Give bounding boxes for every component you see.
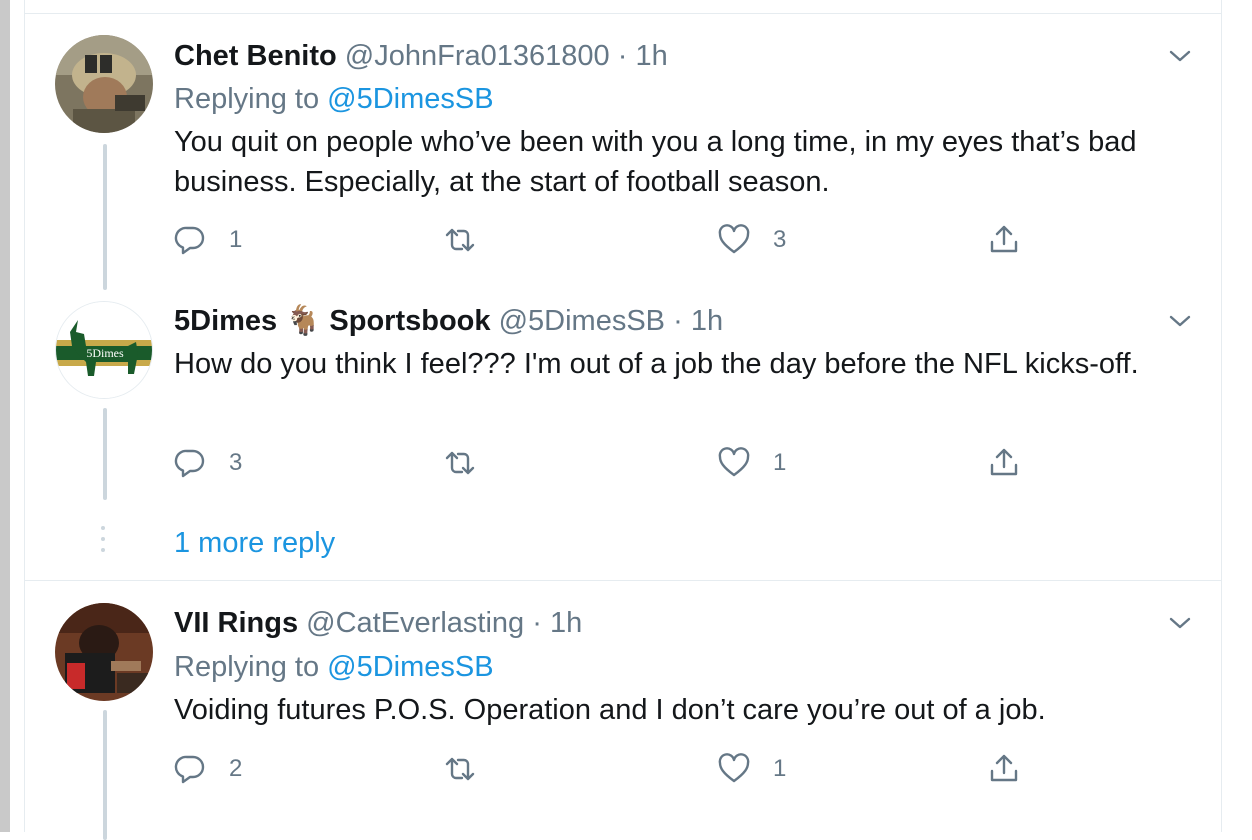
user-handle[interactable]: @JohnFra01361800	[345, 40, 610, 72]
retweet-icon	[445, 228, 475, 252]
avatar[interactable]: 5Dimes	[55, 301, 153, 399]
avatar[interactable]	[55, 35, 153, 133]
retweet-button[interactable]	[443, 443, 477, 483]
like-count: 1	[773, 449, 787, 476]
mention-link[interactable]: @5DimesSB	[327, 651, 493, 683]
display-name[interactable]: 5Dimes 🐐 Sportsbook	[174, 305, 491, 337]
retweet-icon	[445, 757, 475, 781]
tweet-text: You quit on people who’ve been with you …	[174, 126, 1137, 198]
heart-icon	[718, 447, 750, 477]
share-button[interactable]	[987, 443, 1021, 483]
soldier-photo-avatar	[55, 35, 153, 133]
avatar[interactable]	[55, 603, 153, 701]
reply-count: 3	[229, 449, 243, 476]
share-icon	[990, 225, 1018, 253]
tweet-chet-benito[interactable]: Chet Benito @JohnFra01361800 · 1h Replyi…	[25, 14, 1221, 290]
mention-link[interactable]: @5DimesSB	[327, 83, 493, 115]
window-left-edge	[0, 0, 10, 832]
replying-to-label: Replying to	[174, 651, 320, 683]
retweet-icon	[445, 451, 475, 475]
separator-dot: ·	[617, 40, 628, 72]
display-name-part1: 5Dimes	[174, 305, 278, 337]
display-name[interactable]: Chet Benito	[174, 40, 337, 72]
reply-icon	[174, 755, 205, 784]
tweet-header: 5Dimes 🐐 Sportsbook @5DimesSB · 1h	[174, 301, 723, 341]
thread-line	[103, 408, 107, 500]
tweet-text: How do you think I feel??? I'm out of a …	[174, 348, 1139, 380]
like-count: 1	[773, 755, 787, 782]
feed-right-border	[1221, 0, 1222, 832]
like-count: 3	[773, 226, 787, 253]
chevron-down-icon[interactable]	[1165, 306, 1195, 336]
reply-count: 2	[229, 755, 243, 782]
user-handle[interactable]: @5DimesSB	[499, 305, 665, 337]
thread-line	[103, 144, 107, 290]
timestamp[interactable]: 1h	[550, 607, 582, 639]
heart-icon	[718, 753, 750, 783]
tweet-header: VII Rings @CatEverlasting · 1h	[174, 603, 582, 643]
thread-line	[103, 710, 107, 840]
share-button[interactable]	[987, 220, 1021, 260]
retweet-button[interactable]	[443, 220, 477, 260]
share-icon	[990, 448, 1018, 476]
display-name[interactable]: VII Rings	[174, 607, 298, 639]
chevron-down-icon[interactable]	[1165, 41, 1195, 71]
like-button[interactable]: 3	[717, 220, 786, 260]
retweet-button[interactable]	[443, 749, 477, 789]
replying-to-label: Replying to	[174, 83, 320, 115]
logo-text: 5Dimes	[86, 346, 124, 360]
timestamp[interactable]: 1h	[635, 40, 667, 72]
reply-button[interactable]: 2	[173, 749, 242, 789]
tweet-text: Voiding futures P.O.S. Operation and I d…	[174, 694, 1046, 726]
tweet-vii-rings[interactable]: VII Rings @CatEverlasting · 1h Replying …	[25, 583, 1221, 840]
goat-emoji-icon: 🐐	[285, 305, 322, 337]
share-icon	[990, 754, 1018, 782]
reply-button[interactable]: 3	[173, 443, 242, 483]
share-button[interactable]	[987, 749, 1021, 789]
reply-icon	[174, 226, 205, 255]
thread-dots	[101, 526, 105, 559]
reply-icon	[174, 449, 205, 478]
display-name-part2: Sportsbook	[329, 305, 491, 337]
chevron-down-icon[interactable]	[1165, 608, 1195, 638]
user-handle[interactable]: @CatEverlasting	[306, 607, 524, 639]
reply-count: 1	[229, 226, 243, 253]
show-more-replies-link[interactable]: 1 more reply	[174, 523, 335, 563]
person-photo-avatar	[55, 603, 153, 701]
reply-button[interactable]: 1	[173, 220, 242, 260]
timestamp[interactable]: 1h	[691, 305, 723, 337]
separator-dot: ·	[673, 305, 683, 337]
replying-to: Replying to @5DimesSB	[174, 79, 494, 119]
separator-dot: ·	[532, 607, 542, 639]
goat-logo-avatar: 5Dimes	[56, 302, 152, 398]
like-button[interactable]: 1	[717, 443, 786, 483]
replying-to: Replying to @5DimesSB	[174, 647, 494, 687]
heart-icon	[718, 224, 750, 254]
like-button[interactable]: 1	[717, 749, 786, 789]
tweet-header: Chet Benito @JohnFra01361800 · 1h	[174, 36, 668, 76]
